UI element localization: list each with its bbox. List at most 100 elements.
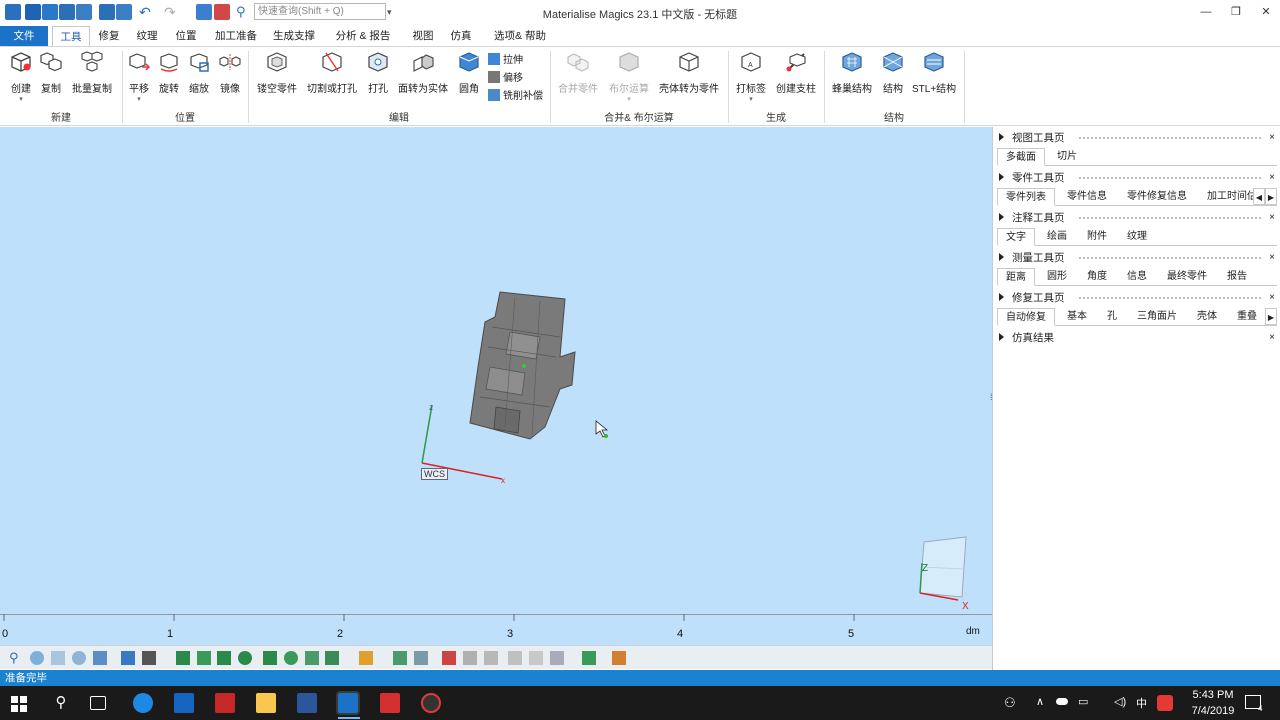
tab-auto-fix[interactable]: 自动修复 — [997, 308, 1055, 326]
zoom-icon[interactable]: ⚲ — [9, 651, 23, 665]
youdao-icon[interactable] — [215, 693, 235, 713]
sim-results-header[interactable]: 仿真结果 × — [999, 330, 1275, 346]
triangle-mode-icon[interactable] — [582, 651, 596, 665]
tab-shells[interactable]: 壳体 — [1189, 308, 1225, 326]
tab-multi-section[interactable]: 多截面 — [997, 148, 1045, 166]
close-icon[interactable]: × — [1269, 290, 1275, 306]
tab-basic[interactable]: 基本 — [1059, 308, 1095, 326]
clock-time[interactable]: 5:43 PM — [1188, 689, 1238, 701]
mark-triangle-icon[interactable] — [176, 651, 190, 665]
extrude-button[interactable]: 拉伸 — [488, 53, 523, 69]
tab-view[interactable]: 视图 — [408, 26, 438, 46]
batch-copy-button[interactable]: 批量复制 — [70, 51, 114, 95]
copy-button[interactable]: 复制 — [38, 51, 64, 95]
ime-indicator[interactable]: 中 — [1136, 695, 1147, 711]
network-icon[interactable]: ▭ — [1078, 695, 1088, 708]
view-direction-icon[interactable] — [121, 651, 135, 665]
tab-angle[interactable]: 角度 — [1079, 268, 1115, 286]
tab-tools[interactable]: 工具 — [52, 26, 90, 46]
zoom-fit-icon[interactable] — [72, 651, 86, 665]
mark-window-icon[interactable] — [325, 651, 339, 665]
clear-marking-icon[interactable] — [442, 651, 456, 665]
close-icon[interactable]: × — [1269, 170, 1275, 186]
tab-drawing[interactable]: 绘画 — [1039, 228, 1075, 246]
tab-part-info[interactable]: 零件信息 — [1059, 188, 1115, 206]
tab-circle[interactable]: 圆形 — [1039, 268, 1075, 286]
tab-report[interactable]: 报告 — [1219, 268, 1255, 286]
shaded-view-icon[interactable] — [142, 651, 156, 665]
close-button[interactable]: ✕ — [1256, 2, 1276, 22]
3d-viewport[interactable]: z x WCS Z X — [0, 127, 992, 645]
create-button[interactable]: 创建 ▾ — [8, 51, 34, 103]
tab-build-prep[interactable]: 加工准备 — [210, 26, 262, 46]
view-toolpage-header[interactable]: 视图工具页 × — [999, 130, 1275, 146]
tab-texture-annot[interactable]: 纹理 — [1119, 228, 1155, 246]
close-icon[interactable]: × — [1269, 250, 1275, 266]
file-explorer-icon[interactable] — [256, 693, 276, 713]
mark-line-icon[interactable] — [305, 651, 319, 665]
boolean-button[interactable]: 布尔运算 ▾ — [607, 51, 651, 103]
tab-texture[interactable]: 纹理 — [132, 26, 162, 46]
measure-toolpage-header[interactable]: 测量工具页 × — [999, 250, 1275, 266]
tab-options-help[interactable]: 选项& 帮助 — [488, 26, 552, 46]
volume-icon[interactable]: ◁) — [1114, 695, 1126, 708]
tab-slice[interactable]: 切片 — [1049, 148, 1085, 166]
tab-support[interactable]: 生成支撑 — [270, 26, 318, 46]
tab-analysis[interactable]: 分析 & 报告 — [332, 26, 394, 46]
marking-2-icon[interactable] — [484, 651, 498, 665]
close-icon[interactable]: × — [1269, 130, 1275, 146]
mark-surface-icon[interactable] — [217, 651, 231, 665]
marking-4-icon[interactable] — [529, 651, 543, 665]
tab-text[interactable]: 文字 — [997, 228, 1035, 246]
edge-browser-icon[interactable] — [133, 693, 153, 713]
people-icon[interactable]: ⚇ — [1004, 695, 1016, 711]
offset-button[interactable]: 偏移 — [488, 71, 523, 87]
zoom-window-icon[interactable] — [30, 651, 44, 665]
tab-scroll-right-icon[interactable]: ▶ — [1265, 188, 1277, 205]
close-icon[interactable]: × — [1269, 330, 1275, 346]
milling-comp-button[interactable]: 铣削补偿 — [488, 89, 543, 105]
recorder-icon[interactable] — [421, 693, 441, 713]
repair-toolpage-header[interactable]: 修复工具页 × — [999, 290, 1275, 306]
shell-to-part-button[interactable]: 壳体转为零件 — [658, 51, 720, 95]
color-triangle-icon[interactable] — [612, 651, 626, 665]
tab-overlap[interactable]: 重叠 — [1229, 308, 1261, 326]
mark-contour-icon[interactable] — [284, 651, 298, 665]
tab-part-list[interactable]: 零件列表 — [997, 188, 1055, 206]
create-strut-button[interactable]: 创建支柱 — [774, 51, 818, 95]
tab-triangles[interactable]: 三角面片 — [1129, 308, 1185, 326]
onedrive-icon[interactable] — [1056, 698, 1068, 705]
rotate-view-icon[interactable] — [93, 651, 107, 665]
perforate-button[interactable]: 打孔 — [366, 51, 390, 95]
fillet-button[interactable]: 圆角 — [456, 51, 482, 95]
tab-part-fix-info[interactable]: 零件修复信息 — [1119, 188, 1195, 206]
tab-attachment[interactable]: 附件 — [1079, 228, 1115, 246]
translate-button[interactable]: 平移 ▾ — [127, 51, 151, 103]
tab-distance[interactable]: 距离 — [997, 268, 1035, 286]
mirror-button[interactable]: 镜像 — [217, 51, 243, 95]
unmark-icon[interactable] — [393, 651, 407, 665]
sogou-ime-icon[interactable] — [1157, 695, 1173, 711]
splitter-handle-icon[interactable]: ⁞ — [990, 392, 993, 402]
annotation-toolpage-header[interactable]: 注释工具页 × — [999, 210, 1275, 226]
rotate-button[interactable]: 旋转 — [157, 51, 181, 95]
marking-5-icon[interactable] — [550, 651, 564, 665]
tab-file[interactable]: 文件 — [0, 26, 48, 46]
pan-icon[interactable] — [51, 651, 65, 665]
part-toolpage-header[interactable]: 零件工具页 × — [999, 170, 1275, 186]
surface-to-solid-button[interactable]: 面转为实体 — [398, 51, 448, 95]
merge-parts-button[interactable]: 合并零件 — [557, 51, 599, 95]
structure-button[interactable]: 结构 — [880, 51, 906, 95]
tab-scroll-left-icon[interactable]: ◀ — [1253, 188, 1265, 205]
minimize-button[interactable]: — — [1196, 2, 1216, 22]
expand-selection-icon[interactable] — [359, 651, 373, 665]
scale-button[interactable]: 缩放 — [187, 51, 211, 95]
tab-position[interactable]: 位置 — [171, 26, 201, 46]
mark-shell-icon[interactable] — [238, 651, 252, 665]
search-icon[interactable]: ⚲ — [51, 693, 71, 713]
marking-1-icon[interactable] — [463, 651, 477, 665]
tab-holes[interactable]: 孔 — [1099, 308, 1125, 326]
marking-3-icon[interactable] — [508, 651, 522, 665]
tab-scroll-right-icon[interactable]: ▶ — [1265, 308, 1277, 325]
mark-box-icon[interactable] — [263, 651, 277, 665]
